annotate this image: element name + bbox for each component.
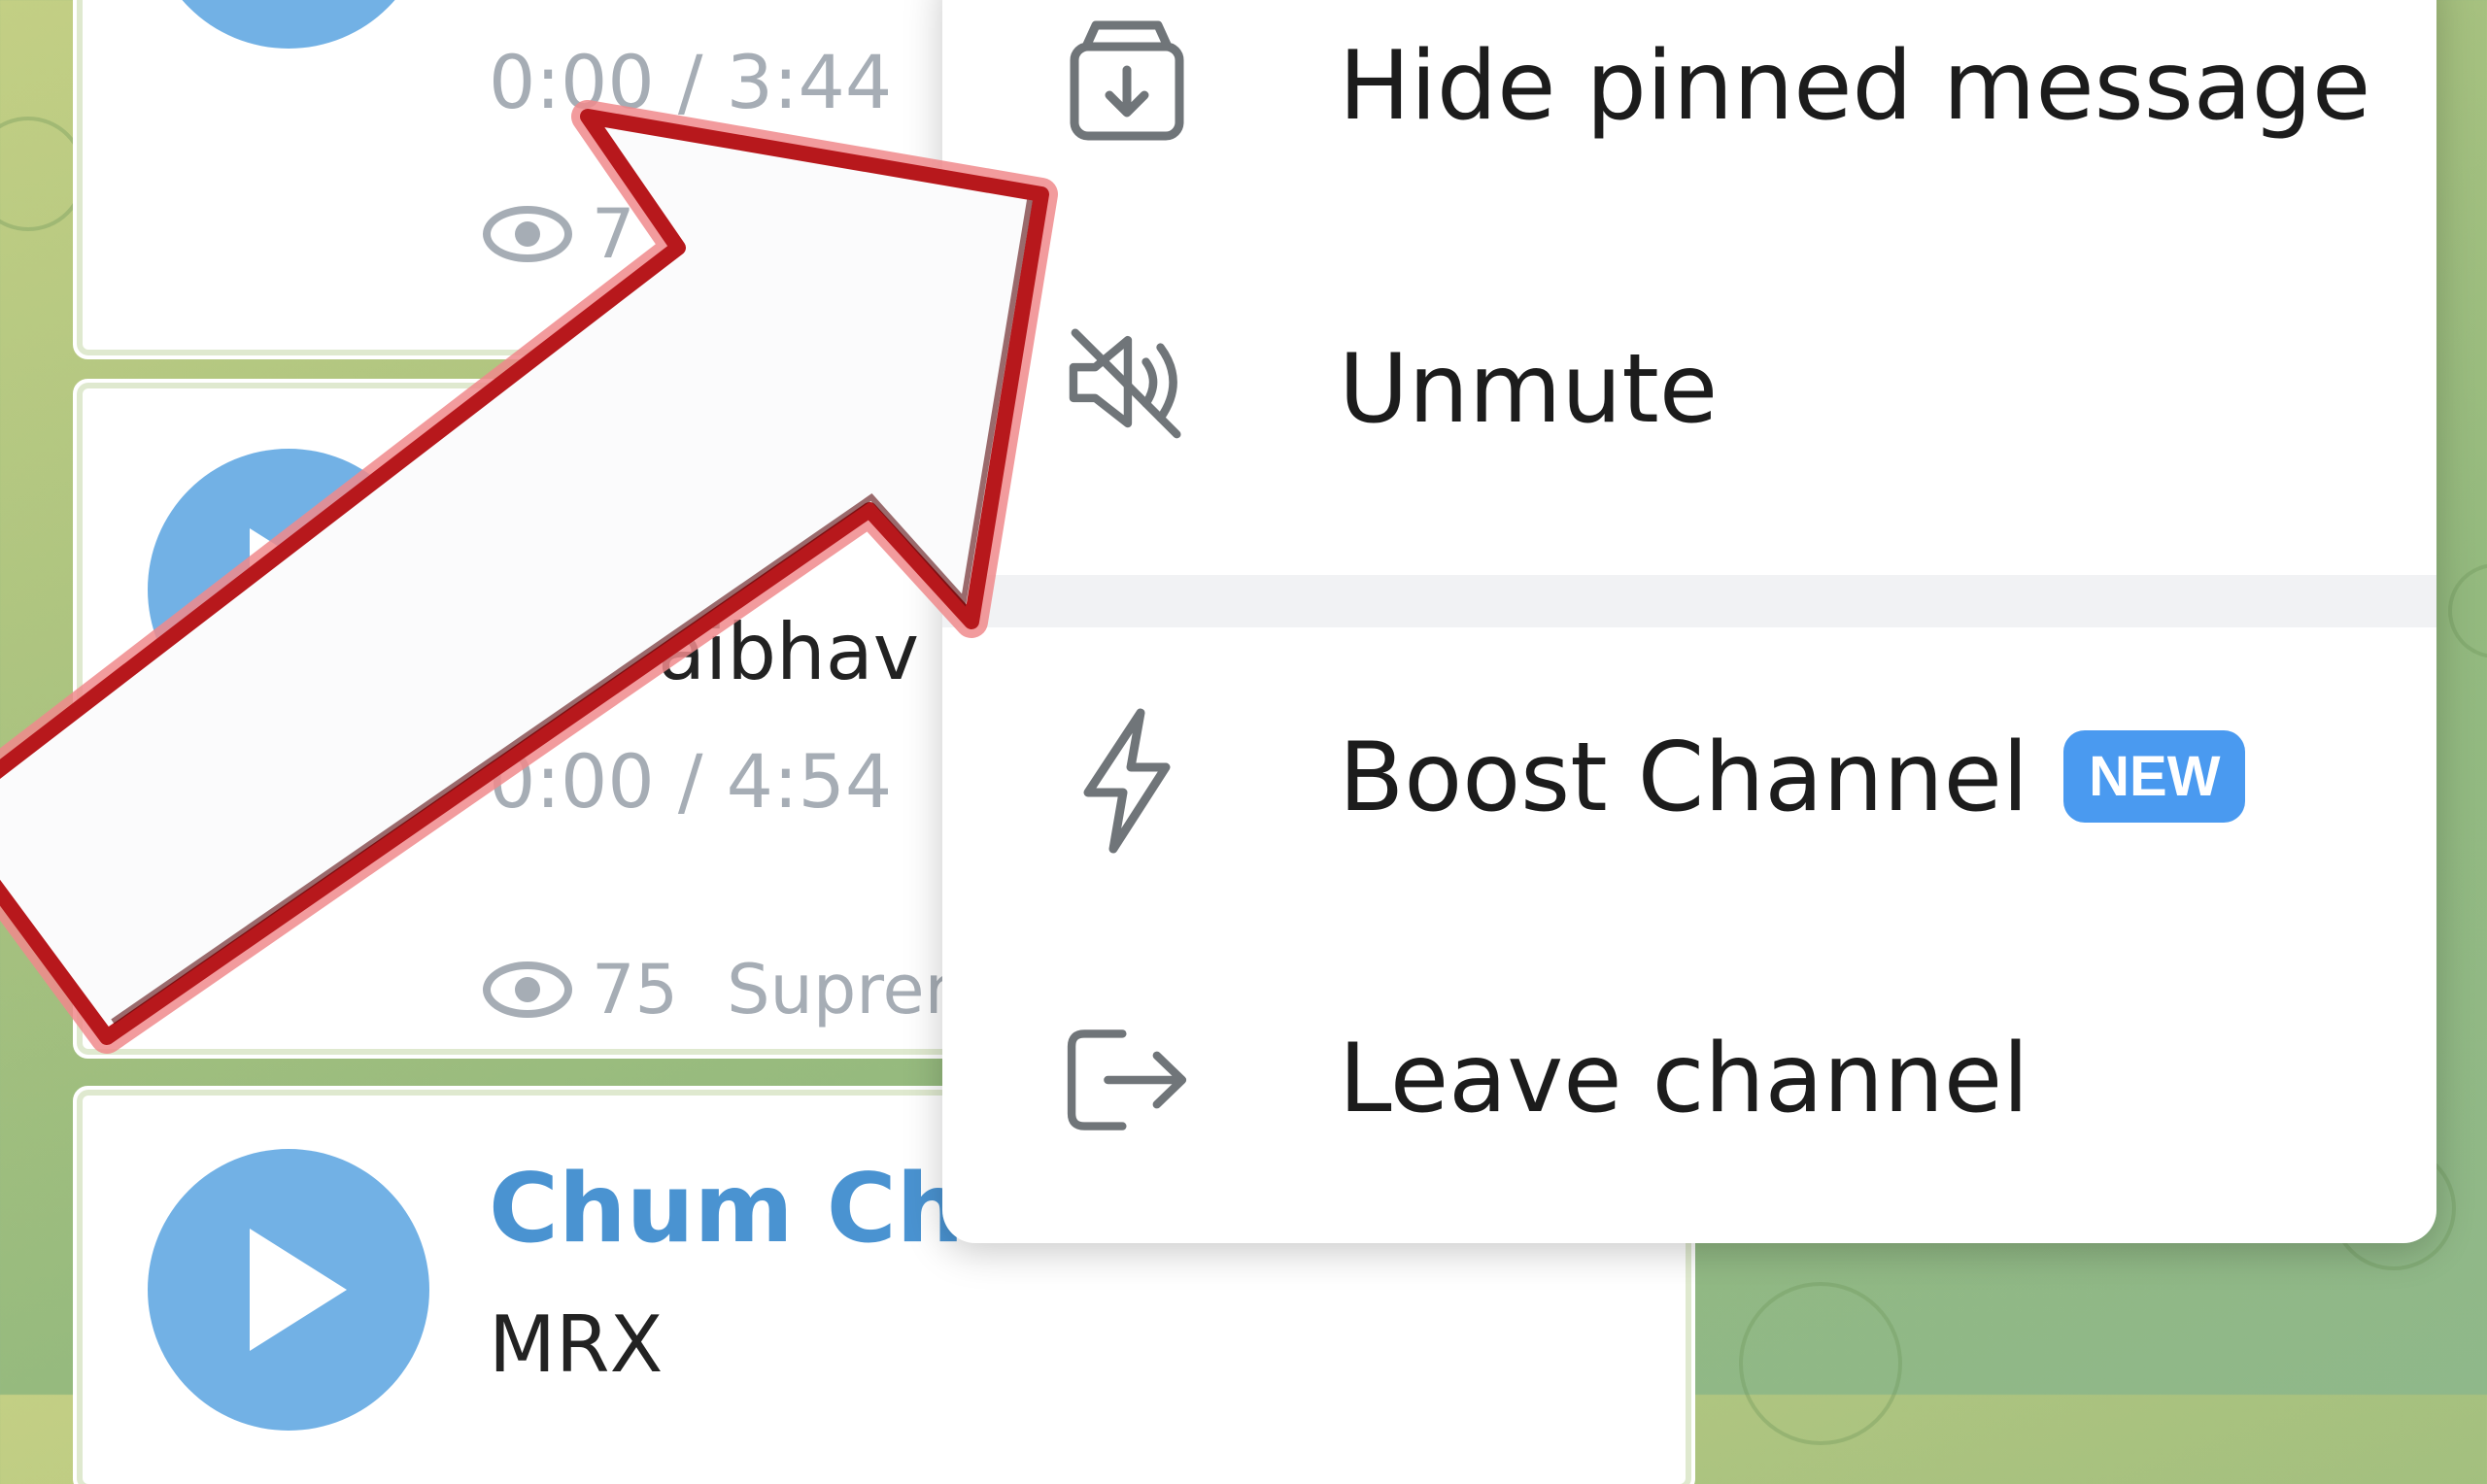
menu-item-label: Boost Channel NEW: [1339, 723, 2246, 833]
context-menu: Hide pinned message Unmute Boost Channel…: [942, 0, 2436, 1243]
menu-item-boost-channel[interactable]: Boost Channel NEW: [942, 653, 2436, 934]
play-button[interactable]: [148, 449, 429, 730]
menu-item-leave-channel[interactable]: Leave channel: [942, 954, 2436, 1235]
background-pattern: [0, 117, 85, 231]
play-button[interactable]: [148, 0, 429, 49]
eye-icon: [483, 206, 572, 262]
speaker-muted-icon: [1059, 315, 1195, 451]
audio-performer: aibhav: [658, 607, 920, 697]
audio-duration: 0:00 / 4:54 1: [489, 738, 986, 825]
eye-icon: [483, 961, 572, 1018]
play-button[interactable]: [148, 1149, 429, 1431]
leave-icon: [1059, 1012, 1195, 1148]
menu-item-label: Leave channel: [1339, 1024, 2029, 1134]
menu-item-unmute[interactable]: Unmute: [942, 264, 2436, 546]
new-badge: NEW: [2063, 729, 2246, 823]
audio-performer: MRX: [489, 1299, 664, 1390]
menu-item-label: Unmute: [1339, 334, 1719, 445]
view-count: 7: [483, 194, 635, 274]
menu-divider: [942, 575, 2436, 627]
view-count: 75 Supren: [483, 950, 968, 1029]
menu-item-hide-pinned[interactable]: Hide pinned message: [942, 0, 2436, 243]
menu-item-label: Hide pinned message: [1339, 31, 2371, 142]
post-author: Supren: [727, 950, 968, 1029]
audio-duration: 0:00 / 3:44 8: [489, 39, 986, 125]
background-pattern: [1739, 1282, 1902, 1445]
lightning-icon: [1059, 708, 1195, 854]
background-pattern: [2448, 563, 2487, 658]
unpin-archive-icon: [1059, 14, 1195, 150]
